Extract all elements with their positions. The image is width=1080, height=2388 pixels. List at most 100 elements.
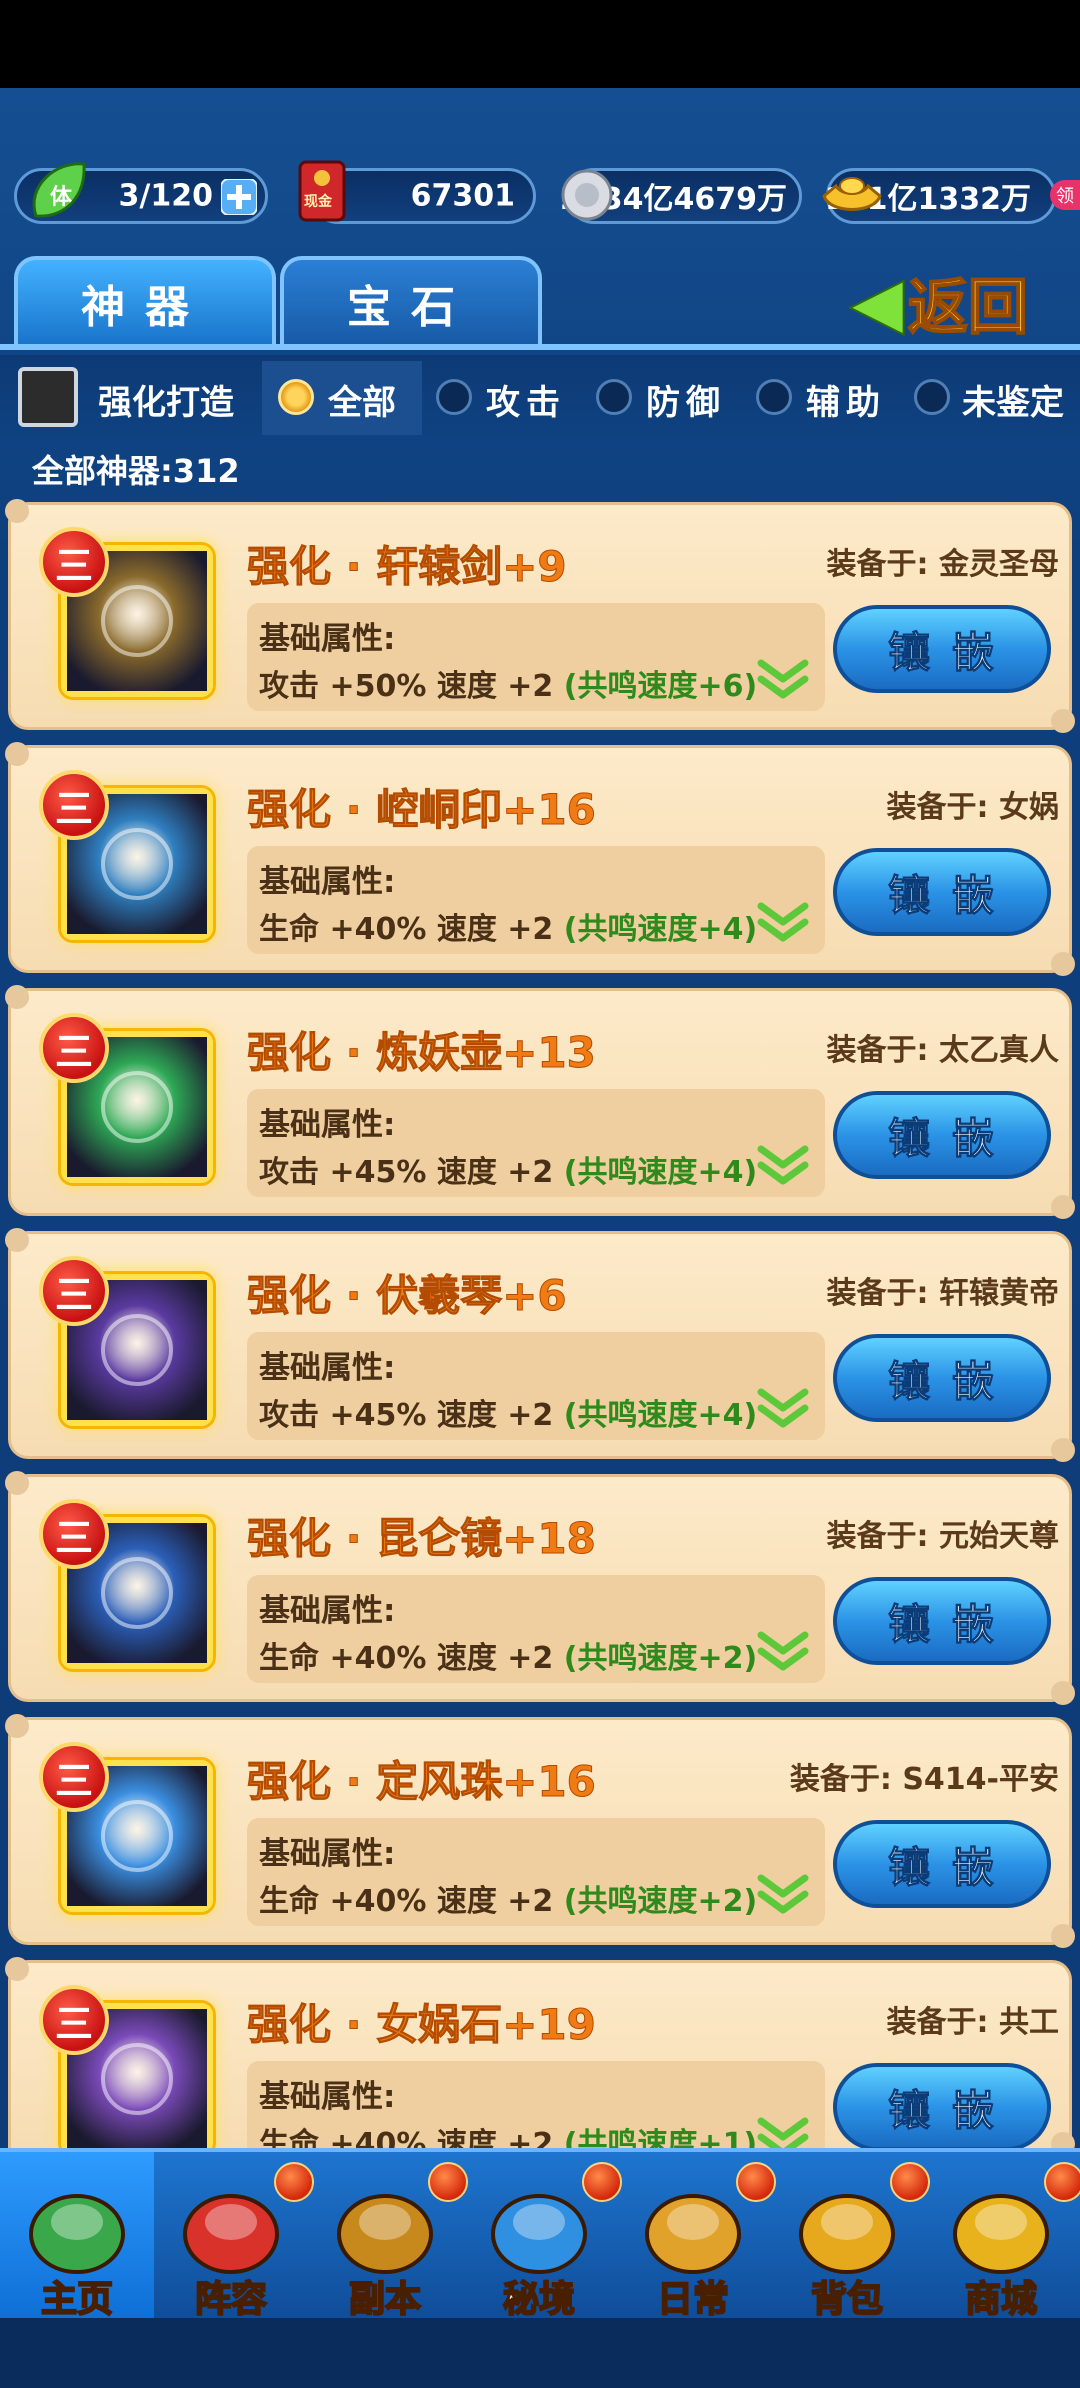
- artifact-name: 强化 · 轩辕剑+9: [247, 542, 568, 592]
- filter-support-label[interactable]: 辅助: [806, 375, 886, 424]
- notification-dot: [1044, 2162, 1080, 2202]
- back-button[interactable]: ◀ 返回: [849, 260, 1060, 344]
- filter-attack-label[interactable]: 攻击: [486, 375, 566, 424]
- resonance-speed: (共鸣速度+2): [563, 1884, 758, 1919]
- embed-button[interactable]: 镶嵌: [833, 1334, 1051, 1422]
- embed-button[interactable]: 镶嵌: [833, 605, 1051, 693]
- equipped-on: 装备于: 女娲: [886, 790, 1059, 825]
- radio-defense[interactable]: [596, 379, 632, 415]
- stat-box: 基础属性: 攻击 +45% 速度 +2 (共鸣速度+4): [247, 1089, 825, 1197]
- stat-values: 生命 +40% 速度 +2: [259, 1641, 564, 1676]
- nav-label: 副本: [348, 2278, 422, 2321]
- stat-box: 基础属性: 攻击 +45% 速度 +2 (共鸣速度+4): [247, 1332, 825, 1440]
- status-bar: [0, 0, 1080, 88]
- filter-defense-label[interactable]: 防御: [646, 375, 726, 424]
- stat-line: 攻击 +45% 速度 +2 (共鸣速度+4): [259, 1147, 757, 1191]
- add-stamina-icon[interactable]: [221, 179, 257, 215]
- stat-line: 攻击 +45% 速度 +2 (共鸣速度+4): [259, 1390, 757, 1434]
- resonance-speed: (共鸣速度+6): [563, 669, 758, 704]
- embed-button[interactable]: 镶嵌: [833, 1091, 1051, 1179]
- nav-label: 日常: [656, 2278, 730, 2321]
- rarity-badge: 三: [39, 1985, 109, 2055]
- resonance-speed: (共鸣速度+4): [563, 912, 758, 947]
- artifact-card[interactable]: 三 强化 · 炼妖壶+13 装备于: 太乙真人 基础属性: 攻击 +45% 速度…: [5, 985, 1075, 1219]
- nav-item-6[interactable]: 商城: [924, 2152, 1080, 2322]
- portal-icon: [491, 2194, 587, 2274]
- nav-item-5[interactable]: 背包: [770, 2152, 930, 2322]
- stat-title: 基础属性:: [259, 1593, 396, 1629]
- resonance-speed: (共鸣速度+2): [563, 1641, 758, 1676]
- rarity-badge: 三: [39, 527, 109, 597]
- expand-chevron-icon[interactable]: [757, 1629, 809, 1673]
- stat-title: 基础属性:: [259, 1350, 396, 1386]
- embed-button[interactable]: 镶嵌: [833, 1577, 1051, 1665]
- expand-chevron-icon[interactable]: [757, 1872, 809, 1916]
- nav-label: 阵容: [194, 2278, 268, 2321]
- resonance-speed: (共鸣速度+4): [563, 1398, 758, 1433]
- artifact-card[interactable]: 三 强化 · 伏羲琴+6 装备于: 轩辕黄帝 基础属性: 攻击 +45% 速度 …: [5, 1228, 1075, 1462]
- stat-box: 基础属性: 生命 +40% 速度 +2 (共鸣速度+2): [247, 1575, 825, 1683]
- embed-button[interactable]: 镶嵌: [833, 1820, 1051, 1908]
- stat-box: 基础属性: 攻击 +50% 速度 +2 (共鸣速度+6): [247, 603, 825, 711]
- radio-all[interactable]: [278, 379, 314, 415]
- card-corner-ornament: [1051, 1924, 1075, 1948]
- embed-button[interactable]: 镶嵌: [833, 848, 1051, 936]
- cash-envelope-icon: 现金: [298, 160, 346, 222]
- weapons-icon: [337, 2194, 433, 2274]
- forge-label: 强化打造: [98, 383, 234, 423]
- stamina-value: 3/120: [118, 178, 213, 214]
- stat-box: 基础属性: 生命 +40% 速度 +2 (共鸣速度+2): [247, 1818, 825, 1926]
- expand-chevron-icon[interactable]: [757, 1143, 809, 1187]
- card-corner-ornament: [5, 985, 29, 1009]
- nav-label: 背包: [810, 2278, 884, 2321]
- forge-checkbox[interactable]: [18, 367, 78, 427]
- claim-badge[interactable]: 领: [1050, 180, 1080, 210]
- radio-attack[interactable]: [436, 379, 472, 415]
- nav-label: 主页: [40, 2278, 114, 2321]
- nav-item-2[interactable]: 副本: [308, 2152, 468, 2322]
- bag-icon: [799, 2194, 895, 2274]
- artifact-card[interactable]: 三 强化 · 女娲石+19 装备于: 共工 基础属性: 生命 +40% 速度 +…: [5, 1957, 1075, 2169]
- stat-box: 基础属性: 生命 +40% 速度 +2 (共鸣速度+4): [247, 846, 825, 954]
- stat-title: 基础属性:: [259, 1107, 396, 1143]
- radio-support[interactable]: [756, 379, 792, 415]
- equipped-on: 装备于: 元始天尊: [826, 1519, 1059, 1554]
- artifact-card[interactable]: 三 强化 · 定风珠+16 装备于: S414-平安 基础属性: 生命 +40%…: [5, 1714, 1075, 1948]
- embed-button[interactable]: 镶嵌: [833, 2063, 1051, 2151]
- nav-item-1[interactable]: 阵容: [154, 2152, 314, 2322]
- card-corner-ornament: [5, 1714, 29, 1738]
- gold-ingot-icon: [822, 177, 882, 211]
- bottom-strip: [0, 2318, 1080, 2388]
- stat-values: 攻击 +50% 速度 +2: [259, 669, 564, 704]
- stat-title: 基础属性:: [259, 1836, 396, 1872]
- total-artifacts: 全部神器:312: [32, 452, 240, 490]
- expand-chevron-icon[interactable]: [757, 900, 809, 944]
- stat-line: 生命 +40% 速度 +2 (共鸣速度+4): [259, 904, 757, 948]
- artifact-card[interactable]: 三 强化 · 轩辕剑+9 装备于: 金灵圣母 基础属性: 攻击 +50% 速度 …: [5, 499, 1075, 733]
- expand-chevron-icon[interactable]: [757, 1386, 809, 1430]
- artifact-name: 强化 · 昆仑镜+18: [247, 1514, 597, 1564]
- nav-item-4[interactable]: 日常: [616, 2152, 776, 2322]
- equipped-on: 装备于: 轩辕黄帝: [826, 1276, 1059, 1311]
- nav-label: 秘境: [502, 2278, 576, 2321]
- card-corner-ornament: [1051, 1195, 1075, 1219]
- artifact-card[interactable]: 三 强化 · 昆仑镜+18 装备于: 元始天尊 基础属性: 生命 +40% 速度…: [5, 1471, 1075, 1705]
- filter-all-label[interactable]: 全部: [328, 375, 396, 424]
- tab-artifact[interactable]: 神器: [14, 256, 276, 346]
- artifact-name: 强化 · 女娲石+19: [247, 2000, 597, 2050]
- nav-item-0[interactable]: 主页: [0, 2152, 154, 2322]
- nav-item-3[interactable]: 秘境: [462, 2152, 622, 2322]
- tab-gem[interactable]: 宝石: [280, 256, 542, 346]
- rarity-badge: 三: [39, 1742, 109, 1812]
- svg-text:现金: 现金: [304, 193, 333, 210]
- artifact-card[interactable]: 三 强化 · 崆峒印+16 装备于: 女娲 基础属性: 生命 +40% 速度 +…: [5, 742, 1075, 976]
- radio-unidentified[interactable]: [914, 379, 950, 415]
- expand-chevron-icon[interactable]: [757, 657, 809, 701]
- filter-unidentified-label[interactable]: 未鉴定: [962, 375, 1064, 424]
- stat-title: 基础属性:: [259, 2079, 396, 2115]
- stat-line: 生命 +40% 速度 +2 (共鸣速度+2): [259, 1633, 757, 1677]
- artifact-name: 强化 · 伏羲琴+6: [247, 1271, 568, 1321]
- equipped-on: 装备于: 共工: [886, 2005, 1059, 2040]
- stat-line: 攻击 +50% 速度 +2 (共鸣速度+6): [259, 661, 757, 705]
- card-corner-ornament: [5, 742, 29, 766]
